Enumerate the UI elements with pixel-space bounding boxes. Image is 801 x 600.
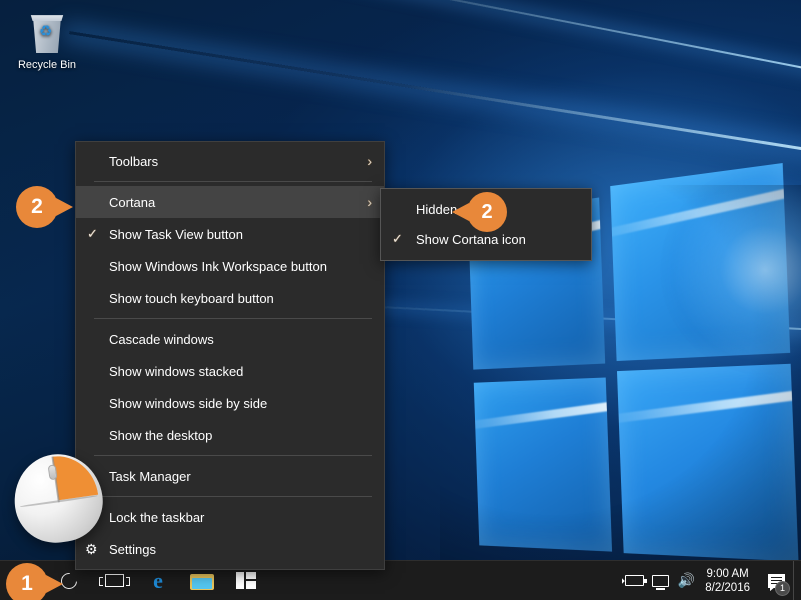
menu-item-label: Show touch keyboard button	[109, 290, 274, 306]
menu-item-label: Show Task View button	[109, 226, 243, 242]
battery-icon	[624, 575, 647, 586]
menu-item-show-windows-ink-workspace-button[interactable]: Show Windows Ink Workspace button	[76, 250, 384, 282]
chevron-right-icon: ›	[367, 194, 372, 210]
mouse-right-click-illustration	[8, 442, 112, 550]
edge-icon: e	[153, 567, 163, 593]
menu-item-lock-the-taskbar[interactable]: Lock the taskbar	[76, 501, 384, 533]
menu-item-label: Lock the taskbar	[109, 509, 205, 525]
checkmark-icon: ✓	[87, 226, 98, 241]
menu-item-show-task-view-button[interactable]: ✓ Show Task View button	[76, 218, 384, 250]
menu-item-label: Show Windows Ink Workspace button	[109, 258, 327, 274]
gear-icon: ⚙	[85, 541, 98, 557]
menu-item-show-touch-keyboard-button[interactable]: Show touch keyboard button	[76, 282, 384, 314]
tray-battery-button[interactable]	[621, 561, 647, 600]
menu-separator	[94, 455, 372, 456]
tray-volume-button[interactable]: 🔊	[673, 561, 699, 600]
menu-item-label: Show windows stacked	[109, 363, 244, 379]
menu-item-cascade-windows[interactable]: Cascade windows	[76, 323, 384, 355]
submenu-item-label: Show Cortana icon	[416, 231, 526, 247]
menu-separator	[94, 181, 372, 182]
network-icon	[651, 574, 669, 590]
store-icon	[236, 572, 256, 589]
menu-item-settings[interactable]: ⚙ Settings	[76, 533, 384, 565]
system-tray[interactable]: 🔊 9:00 AM 8/2/2016 1	[621, 560, 801, 600]
menu-item-label: Show windows side by side	[109, 395, 268, 411]
file-explorer-icon	[190, 572, 214, 590]
task-view-icon	[98, 574, 130, 587]
checkmark-icon: ✓	[392, 231, 403, 246]
logo-pane	[616, 363, 799, 562]
menu-item-label: Cortana	[109, 194, 156, 210]
logo-pane	[473, 377, 613, 552]
recycle-bin-icon: ♻	[24, 10, 70, 54]
menu-item-show-the-desktop[interactable]: Show the desktop	[76, 419, 384, 451]
callout-badge-1-taskbar: 1	[6, 563, 48, 600]
menu-item-task-manager[interactable]: Task Manager	[76, 460, 384, 492]
menu-item-toolbars[interactable]: Toolbars ›	[76, 145, 384, 177]
clock-time: 9:00 AM	[706, 567, 749, 580]
callout-badge-2-cortana: 2	[16, 186, 58, 228]
volume-icon: 🔊	[677, 572, 695, 588]
menu-item-show-windows-side-by-side[interactable]: Show windows side by side	[76, 387, 384, 419]
taskbar-context-menu[interactable]: Toolbars › Cortana › ✓ Show Task View bu…	[75, 141, 385, 570]
clock-date: 8/2/2016	[705, 581, 750, 594]
menu-item-label: Cascade windows	[109, 331, 214, 347]
wallpaper-light-beam	[69, 31, 801, 153]
desktop-icon-recycle-bin[interactable]: ♻ Recycle Bin	[8, 10, 86, 72]
recycle-bin-lid	[30, 15, 64, 21]
menu-item-show-windows-stacked[interactable]: Show windows stacked	[76, 355, 384, 387]
menu-item-label: Settings	[109, 541, 156, 557]
menu-separator	[94, 318, 372, 319]
taskbar-clock[interactable]: 9:00 AM 8/2/2016	[699, 567, 759, 595]
wallpaper-light-beam	[14, 0, 801, 72]
action-center-button[interactable]: 1	[759, 561, 793, 600]
menu-item-label: Toolbars	[109, 153, 159, 169]
recycle-symbol-icon: ♻	[39, 23, 53, 40]
tray-network-button[interactable]	[647, 561, 673, 600]
menu-separator	[94, 496, 372, 497]
menu-item-cortana[interactable]: Cortana ›	[76, 186, 384, 218]
notification-count-badge: 1	[775, 580, 790, 596]
menu-item-label: Task Manager	[109, 468, 191, 484]
chevron-right-icon: ›	[367, 153, 372, 169]
desktop[interactable]: ♻ Recycle Bin Toolbars › Cortana › ✓ Sho…	[0, 0, 801, 600]
desktop-icon-label: Recycle Bin	[17, 59, 77, 71]
menu-item-label: Show the desktop	[109, 427, 213, 443]
show-desktop-button[interactable]	[793, 560, 799, 600]
callout-badge-2-hidden: 2	[467, 192, 507, 232]
